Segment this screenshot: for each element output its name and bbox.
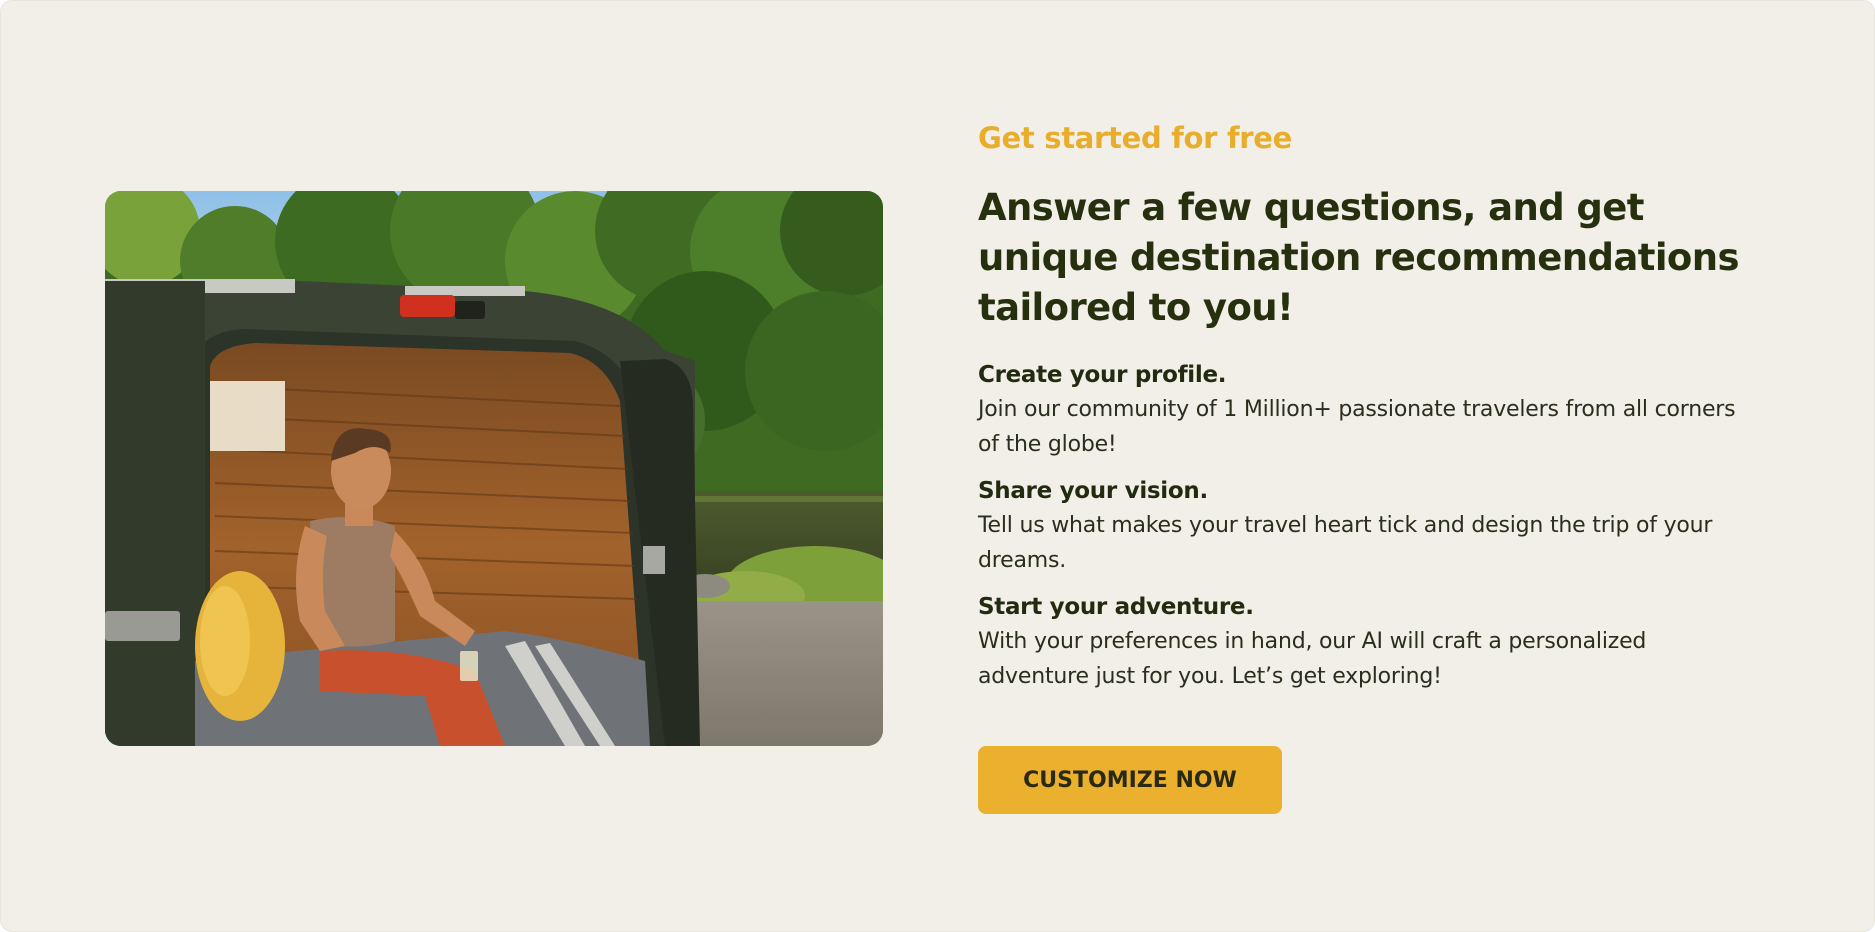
- step-description: Tell us what makes your travel heart tic…: [978, 513, 1713, 573]
- step-create-profile: Create your profile. Join our community …: [978, 359, 1758, 462]
- step-share-vision: Share your vision. Tell us what makes yo…: [978, 475, 1758, 578]
- eyebrow-text: Get started for free: [978, 121, 1293, 155]
- customize-now-button[interactable]: CUSTOMIZE NOW: [978, 746, 1282, 814]
- hero-photo: [105, 191, 883, 746]
- promo-content: Get started for free Answer a few questi…: [978, 119, 1758, 707]
- step-title: Create your profile.: [978, 362, 1227, 388]
- step-description: With your preferences in hand, our AI wi…: [978, 629, 1647, 689]
- camper-van-illustration: [105, 191, 883, 746]
- headline: Answer a few questions, and get unique d…: [978, 186, 1740, 329]
- signup-promo-card: Get started for free Answer a few questi…: [0, 0, 1875, 932]
- step-title: Share your vision.: [978, 478, 1208, 504]
- step-start-adventure: Start your adventure. With your preferen…: [978, 591, 1758, 694]
- step-description: Join our community of 1 Million+ passion…: [978, 397, 1736, 457]
- step-title: Start your adventure.: [978, 594, 1254, 620]
